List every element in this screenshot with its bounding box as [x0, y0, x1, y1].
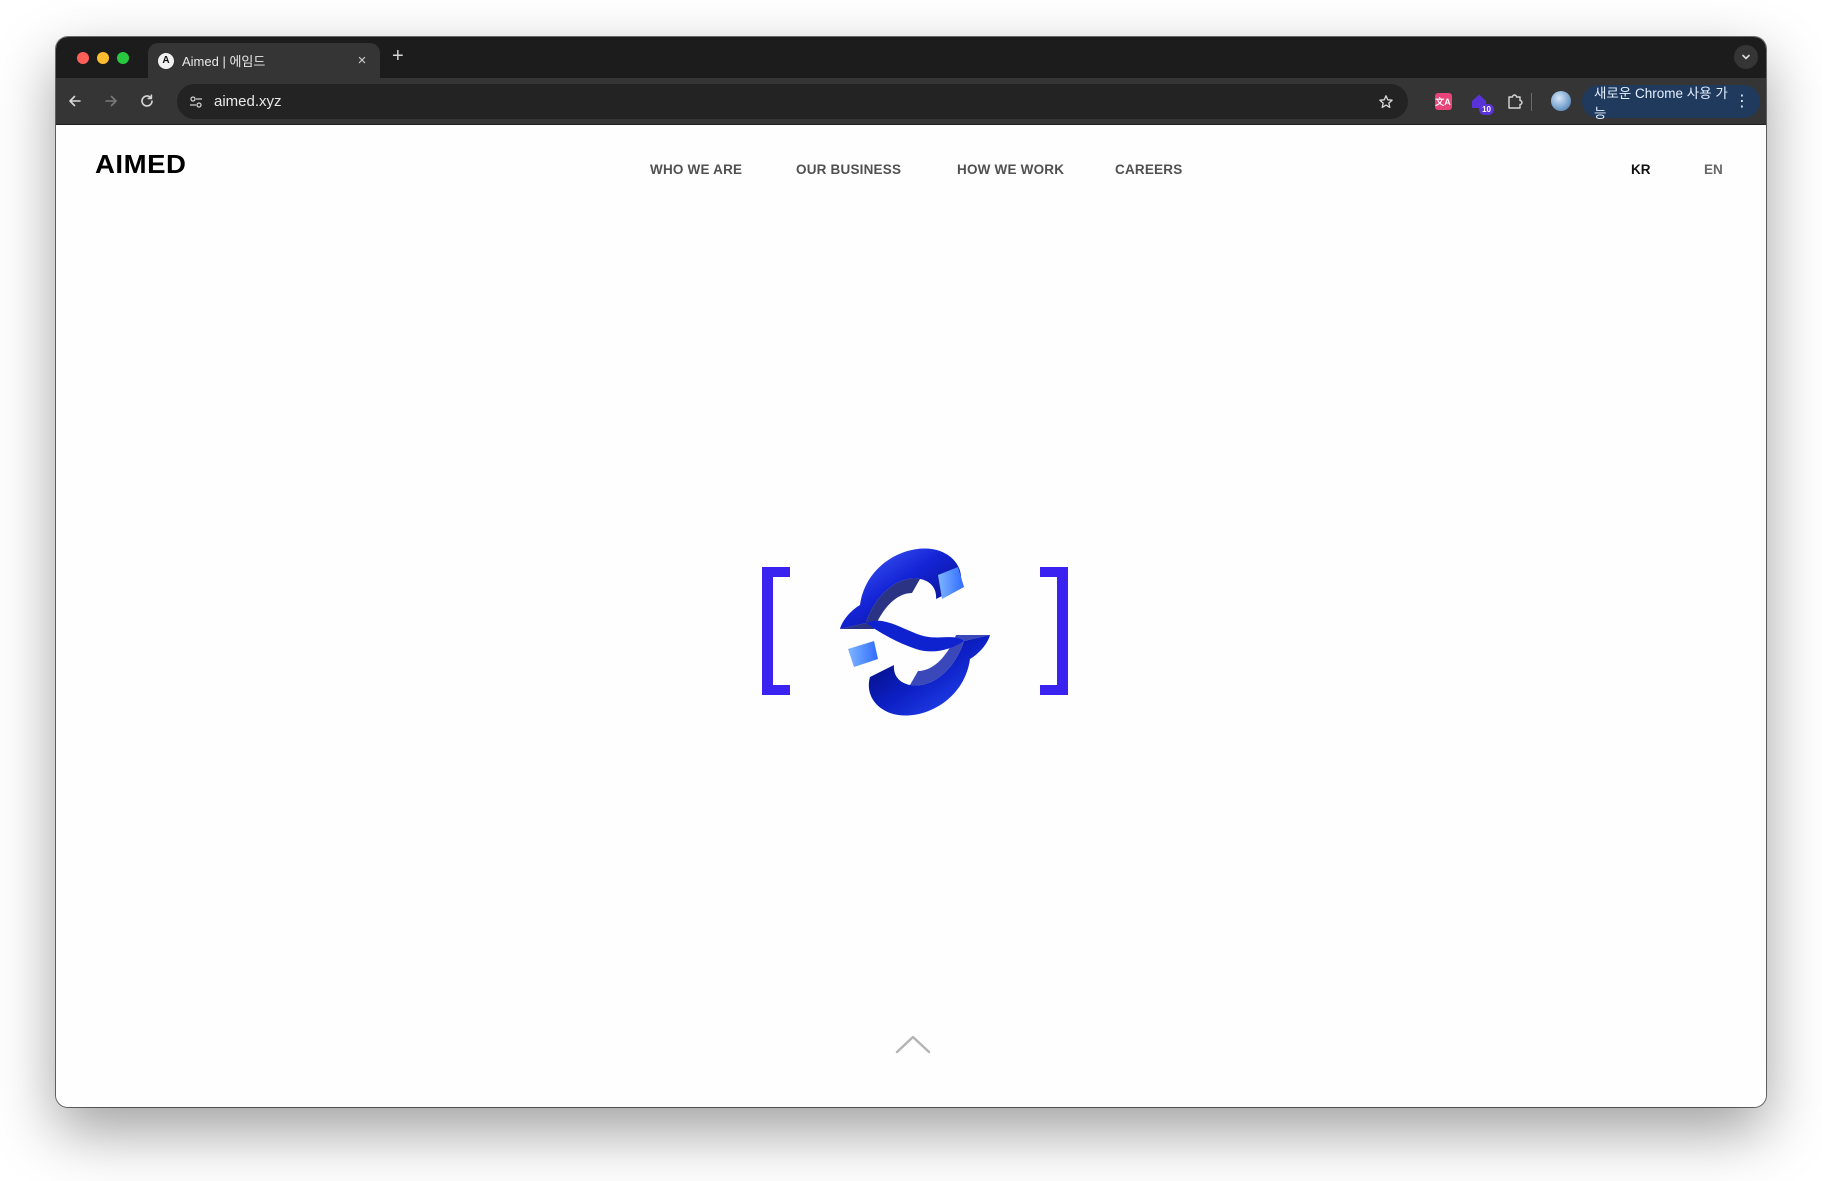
translate-icon: 文A	[1434, 92, 1452, 110]
arrow-right-icon	[105, 95, 117, 107]
back-button[interactable]	[64, 90, 86, 112]
nav-how-we-work[interactable]: HOW WE WORK	[957, 162, 1064, 177]
kebab-menu-icon[interactable]: ⋮	[1734, 93, 1750, 110]
reload-icon	[141, 94, 153, 107]
tab-search-button[interactable]	[1734, 45, 1758, 69]
lang-en-link[interactable]: EN	[1704, 162, 1723, 177]
address-bar[interactable]: aimed.xyz	[177, 84, 1408, 119]
minimize-window-button[interactable]	[97, 52, 109, 64]
site-favicon-icon: A	[158, 52, 174, 69]
browser-tab-active[interactable]: A Aimed | 에임드 ×	[148, 43, 380, 78]
maximize-window-button[interactable]	[117, 52, 129, 64]
lang-kr-link[interactable]: KR	[1631, 162, 1651, 177]
puzzle-icon	[1508, 94, 1523, 109]
site-logo[interactable]: AIMED	[95, 149, 186, 180]
translate-extension-button[interactable]: 文A	[1432, 90, 1454, 112]
nav-careers[interactable]: CAREERS	[1115, 162, 1182, 177]
right-bracket-icon	[1040, 567, 1068, 695]
house-extension-button[interactable]: 10	[1468, 90, 1494, 115]
reload-button[interactable]	[136, 90, 158, 112]
browser-window: A Aimed | 에임드 × + aimed.xyz 文A 10 새로운 Ch…	[56, 37, 1766, 1107]
hero-emblem	[762, 548, 1068, 716]
close-window-button[interactable]	[77, 52, 89, 64]
forward-button[interactable]	[100, 90, 122, 112]
extensions-button[interactable]	[1504, 90, 1526, 112]
update-chip-label: 새로운 Chrome 사용 가능	[1594, 85, 1728, 121]
s-emblem-icon	[840, 548, 990, 716]
profile-avatar[interactable]	[1551, 91, 1571, 111]
chrome-update-button[interactable]: 새로운 Chrome 사용 가능 ⋮	[1582, 85, 1760, 121]
browser-toolbar: aimed.xyz 文A 10 새로운 Chrome 사용 가능 ⋮	[56, 78, 1766, 125]
url-text[interactable]: aimed.xyz	[214, 93, 1376, 110]
extension-badge: 10	[1479, 104, 1494, 115]
chevron-down-icon	[1742, 54, 1750, 60]
nav-our-business[interactable]: OUR BUSINESS	[796, 162, 901, 177]
tab-close-icon[interactable]: ×	[354, 52, 370, 69]
new-tab-button[interactable]: +	[392, 45, 404, 68]
toolbar-divider	[1531, 93, 1532, 111]
nav-who-we-are[interactable]: WHO WE ARE	[650, 162, 742, 177]
web-page: AIMED WHO WE ARE OUR BUSINESS HOW WE WOR…	[56, 125, 1766, 1107]
site-info-icon[interactable]	[187, 93, 205, 111]
tab-strip: A Aimed | 에임드 × +	[56, 37, 1766, 78]
scroll-top-chevron-up-icon[interactable]	[894, 1033, 932, 1055]
left-bracket-icon	[762, 567, 790, 695]
tab-title: Aimed | 에임드	[182, 54, 266, 69]
arrow-left-icon	[69, 95, 81, 107]
bookmark-star-icon[interactable]	[1376, 94, 1396, 110]
